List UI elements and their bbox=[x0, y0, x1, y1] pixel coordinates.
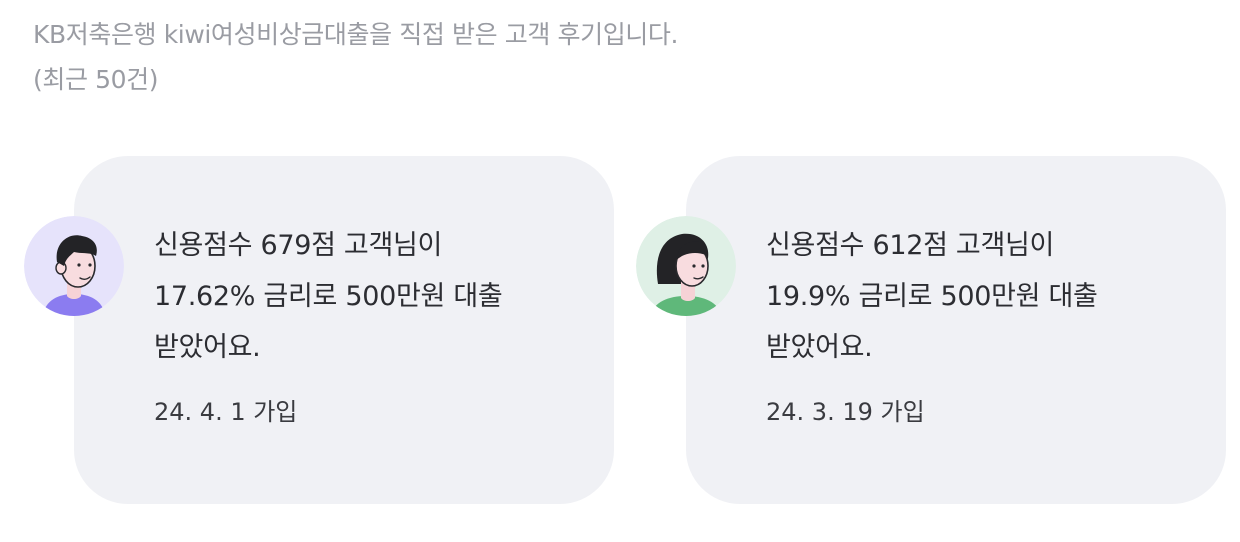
female-customer-avatar-icon bbox=[636, 216, 736, 316]
review-loan-detail: 19.9% 금리로 500만원 대출 bbox=[766, 281, 1098, 312]
review-loan-detail: 17.62% 금리로 500만원 대출 bbox=[154, 281, 503, 312]
review-result: 받았어요. bbox=[154, 332, 261, 363]
review-credit-score: 신용점수 679점 고객님이 bbox=[154, 230, 443, 261]
review-summary: 신용점수 612점 고객님이 19.9% 금리로 500만원 대출 받았어요. bbox=[766, 220, 1186, 373]
review-credit-score: 신용점수 612점 고객님이 bbox=[766, 230, 1055, 261]
review-card: 신용점수 679점 고객님이 17.62% 금리로 500만원 대출 받았어요.… bbox=[74, 156, 614, 504]
review-join-date: 24. 4. 1 가입 bbox=[154, 398, 298, 426]
review-summary: 신용점수 679점 고객님이 17.62% 금리로 500만원 대출 받았어요. bbox=[154, 220, 574, 373]
review-card: 신용점수 612점 고객님이 19.9% 금리로 500만원 대출 받았어요. … bbox=[686, 156, 1226, 504]
review-result: 받았어요. bbox=[766, 332, 873, 363]
review-join-date: 24. 3. 19 가입 bbox=[766, 398, 925, 426]
review-list: 신용점수 679점 고객님이 17.62% 금리로 500만원 대출 받았어요.… bbox=[0, 0, 1240, 542]
male-customer-avatar-icon bbox=[24, 216, 124, 316]
